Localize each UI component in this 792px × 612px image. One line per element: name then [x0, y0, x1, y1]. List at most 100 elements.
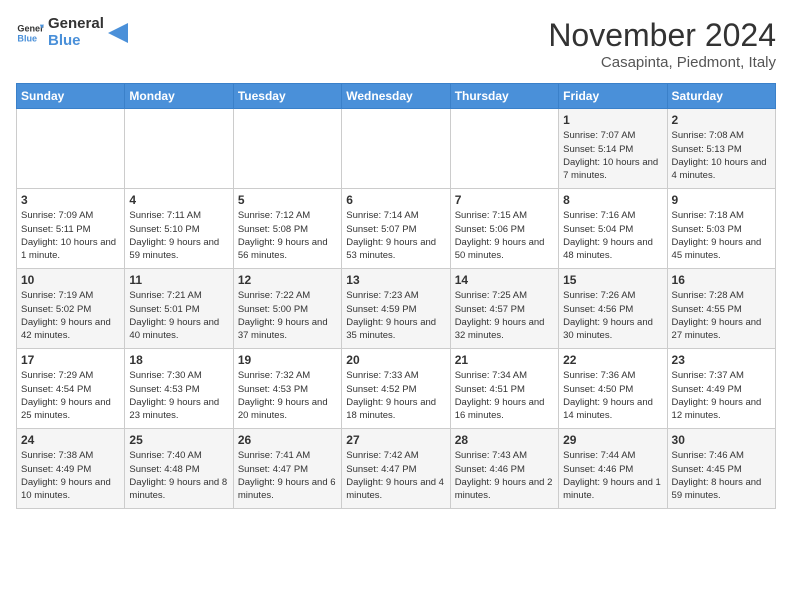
day-number: 19 — [238, 353, 337, 367]
day-number: 4 — [129, 193, 228, 207]
day-info: Sunrise: 7:28 AM Sunset: 4:55 PM Dayligh… — [672, 289, 771, 342]
day-number: 20 — [346, 353, 445, 367]
day-info: Sunrise: 7:33 AM Sunset: 4:52 PM Dayligh… — [346, 369, 445, 422]
day-number: 8 — [563, 193, 662, 207]
day-info: Sunrise: 7:18 AM Sunset: 5:03 PM Dayligh… — [672, 209, 771, 262]
day-number: 16 — [672, 273, 771, 287]
calendar-cell: 3Sunrise: 7:09 AM Sunset: 5:11 PM Daylig… — [17, 189, 125, 269]
calendar-cell: 26Sunrise: 7:41 AM Sunset: 4:47 PM Dayli… — [233, 429, 341, 509]
calendar-cell: 8 Sunrise: 7:16 AM Sunset: 5:04 PM Daylig… — [559, 189, 667, 269]
calendar-cell: 19 Sunrise: 7:32 AM Sunset: 4:53 PM Dayli… — [233, 349, 341, 429]
calendar-week-3: 10Sunrise: 7:19 AM Sunset: 5:02 PM Dayli… — [17, 269, 776, 349]
calendar-table: SundayMondayTuesdayWednesdayThursdayFrid… — [16, 83, 776, 509]
calendar-cell: 27 Sunrise: 7:42 AM Sunset: 4:47 PM Dayli… — [342, 429, 450, 509]
day-number: 18 — [129, 353, 228, 367]
calendar-cell: 11 Sunrise: 7:21 AM Sunset: 5:01 PM Dayli… — [125, 269, 233, 349]
day-number: 15 — [563, 273, 662, 287]
calendar-cell: 6 Sunrise: 7:14 AM Sunset: 5:07 PM Daylig… — [342, 189, 450, 269]
calendar-cell — [233, 109, 341, 189]
calendar-cell: 14 Sunrise: 7:25 AM Sunset: 4:57 PM Dayli… — [450, 269, 558, 349]
calendar-cell: 12 Sunrise: 7:22 AM Sunset: 5:00 PM Dayli… — [233, 269, 341, 349]
day-number: 1 — [563, 113, 662, 127]
calendar-cell: 1 Sunrise: 7:07 AM Sunset: 5:14 PM Daylig… — [559, 109, 667, 189]
calendar-cell: 2Sunrise: 7:08 AM Sunset: 5:13 PM Daylig… — [667, 109, 775, 189]
calendar-cell: 10Sunrise: 7:19 AM Sunset: 5:02 PM Dayli… — [17, 269, 125, 349]
day-info: Sunrise: 7:44 AM Sunset: 4:46 PM Dayligh… — [563, 449, 662, 502]
day-info: Sunrise: 7:07 AM Sunset: 5:14 PM Dayligh… — [563, 129, 662, 182]
calendar-cell: 29 Sunrise: 7:44 AM Sunset: 4:46 PM Dayli… — [559, 429, 667, 509]
day-number: 27 — [346, 433, 445, 447]
calendar-cell: 30 Sunrise: 7:46 AM Sunset: 4:45 PM Dayli… — [667, 429, 775, 509]
day-info: Sunrise: 7:37 AM Sunset: 4:49 PM Dayligh… — [672, 369, 771, 422]
day-number: 29 — [563, 433, 662, 447]
logo-triangle-icon — [108, 23, 128, 43]
calendar-cell — [17, 109, 125, 189]
day-info: Sunrise: 7:23 AM Sunset: 4:59 PM Dayligh… — [346, 289, 445, 342]
day-header-thursday: Thursday — [450, 84, 558, 109]
day-info: Sunrise: 7:26 AM Sunset: 4:56 PM Dayligh… — [563, 289, 662, 342]
calendar-cell: 18 Sunrise: 7:30 AM Sunset: 4:53 PM Dayli… — [125, 349, 233, 429]
calendar-cell: 28 Sunrise: 7:43 AM Sunset: 4:46 PM Dayli… — [450, 429, 558, 509]
calendar-cell: 23 Sunrise: 7:37 AM Sunset: 4:49 PM Dayli… — [667, 349, 775, 429]
calendar-header-row: SundayMondayTuesdayWednesdayThursdayFrid… — [17, 84, 776, 109]
calendar-cell: 21 Sunrise: 7:34 AM Sunset: 4:51 PM Dayli… — [450, 349, 558, 429]
calendar-cell: 13 Sunrise: 7:23 AM Sunset: 4:59 PM Dayli… — [342, 269, 450, 349]
day-number: 6 — [346, 193, 445, 207]
day-number: 13 — [346, 273, 445, 287]
calendar-cell: 9 Sunrise: 7:18 AM Sunset: 5:03 PM Daylig… — [667, 189, 775, 269]
day-number: 21 — [455, 353, 554, 367]
day-number: 9 — [672, 193, 771, 207]
day-number: 5 — [238, 193, 337, 207]
day-info: Sunrise: 7:30 AM Sunset: 4:53 PM Dayligh… — [129, 369, 228, 422]
calendar-week-5: 24Sunrise: 7:38 AM Sunset: 4:49 PM Dayli… — [17, 429, 776, 509]
calendar-cell: 4 Sunrise: 7:11 AM Sunset: 5:10 PM Daylig… — [125, 189, 233, 269]
logo: General Blue General Blue — [16, 16, 128, 49]
day-info: Sunrise: 7:15 AM Sunset: 5:06 PM Dayligh… — [455, 209, 554, 262]
day-number: 12 — [238, 273, 337, 287]
location: Casapinta, Piedmont, Italy — [548, 54, 776, 71]
calendar-week-1: 1 Sunrise: 7:07 AM Sunset: 5:14 PM Daylig… — [17, 109, 776, 189]
day-info: Sunrise: 7:12 AM Sunset: 5:08 PM Dayligh… — [238, 209, 337, 262]
day-number: 11 — [129, 273, 228, 287]
day-info: Sunrise: 7:16 AM Sunset: 5:04 PM Dayligh… — [563, 209, 662, 262]
day-info: Sunrise: 7:22 AM Sunset: 5:00 PM Dayligh… — [238, 289, 337, 342]
calendar-week-2: 3Sunrise: 7:09 AM Sunset: 5:11 PM Daylig… — [17, 189, 776, 269]
day-info: Sunrise: 7:34 AM Sunset: 4:51 PM Dayligh… — [455, 369, 554, 422]
day-info: Sunrise: 7:19 AM Sunset: 5:02 PM Dayligh… — [21, 289, 120, 342]
day-header-friday: Friday — [559, 84, 667, 109]
logo-icon: General Blue — [16, 19, 44, 47]
day-number: 30 — [672, 433, 771, 447]
calendar-cell: 22Sunrise: 7:36 AM Sunset: 4:50 PM Dayli… — [559, 349, 667, 429]
day-number: 3 — [21, 193, 120, 207]
day-header-sunday: Sunday — [17, 84, 125, 109]
day-number: 22 — [563, 353, 662, 367]
day-number: 25 — [129, 433, 228, 447]
calendar-cell: 17Sunrise: 7:29 AM Sunset: 4:54 PM Dayli… — [17, 349, 125, 429]
day-info: Sunrise: 7:08 AM Sunset: 5:13 PM Dayligh… — [672, 129, 771, 182]
calendar-cell — [342, 109, 450, 189]
day-number: 14 — [455, 273, 554, 287]
day-header-tuesday: Tuesday — [233, 84, 341, 109]
calendar-cell — [125, 109, 233, 189]
day-info: Sunrise: 7:43 AM Sunset: 4:46 PM Dayligh… — [455, 449, 554, 502]
day-info: Sunrise: 7:38 AM Sunset: 4:49 PM Dayligh… — [21, 449, 120, 502]
svg-text:General: General — [17, 23, 44, 33]
day-number: 17 — [21, 353, 120, 367]
day-number: 7 — [455, 193, 554, 207]
day-info: Sunrise: 7:41 AM Sunset: 4:47 PM Dayligh… — [238, 449, 337, 502]
day-number: 23 — [672, 353, 771, 367]
day-header-monday: Monday — [125, 84, 233, 109]
day-info: Sunrise: 7:21 AM Sunset: 5:01 PM Dayligh… — [129, 289, 228, 342]
calendar-cell — [450, 109, 558, 189]
day-info: Sunrise: 7:42 AM Sunset: 4:47 PM Dayligh… — [346, 449, 445, 502]
logo-blue: Blue — [48, 33, 104, 50]
day-info: Sunrise: 7:11 AM Sunset: 5:10 PM Dayligh… — [129, 209, 228, 262]
day-info: Sunrise: 7:32 AM Sunset: 4:53 PM Dayligh… — [238, 369, 337, 422]
calendar-cell: 20 Sunrise: 7:33 AM Sunset: 4:52 PM Dayli… — [342, 349, 450, 429]
day-number: 28 — [455, 433, 554, 447]
day-info: Sunrise: 7:46 AM Sunset: 4:45 PM Dayligh… — [672, 449, 771, 502]
day-info: Sunrise: 7:40 AM Sunset: 4:48 PM Dayligh… — [129, 449, 228, 502]
day-info: Sunrise: 7:14 AM Sunset: 5:07 PM Dayligh… — [346, 209, 445, 262]
svg-text:Blue: Blue — [17, 33, 37, 43]
day-info: Sunrise: 7:25 AM Sunset: 4:57 PM Dayligh… — [455, 289, 554, 342]
